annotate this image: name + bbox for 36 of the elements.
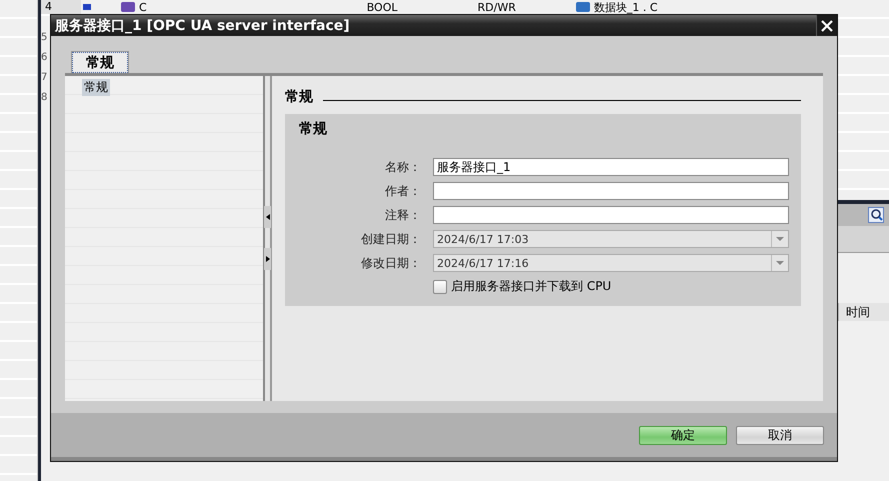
input-field[interactable]: [433, 206, 789, 224]
row-number: 6: [41, 52, 48, 65]
dropdown-arrow-icon: [776, 237, 784, 241]
expand-right-button[interactable]: [264, 248, 271, 270]
ok-button[interactable]: 确定: [639, 426, 727, 444]
group-title: 常规: [299, 120, 328, 138]
tree-item[interactable]: 常规: [82, 79, 110, 96]
search-icon[interactable]: [868, 207, 884, 223]
dropdown-arrow-icon: [776, 261, 784, 265]
row-number: 7: [41, 72, 48, 85]
access-mode: RD/WR: [478, 0, 516, 14]
close-button[interactable]: [816, 15, 837, 36]
cancel-button[interactable]: 取消: [736, 426, 824, 444]
tag-source: 数据块_1 . C: [594, 0, 658, 14]
field-label: 注释：: [384, 206, 421, 224]
input-field[interactable]: 服务器接口_1: [433, 158, 789, 176]
row-number: 4: [41, 0, 81, 14]
close-icon[interactable]: [821, 20, 833, 32]
field-label: 创建日期：: [360, 230, 421, 248]
input-field[interactable]: [433, 182, 789, 200]
field-label: 作者：: [384, 182, 421, 200]
column-header: 时间: [838, 303, 889, 321]
checkbox[interactable]: [433, 280, 447, 294]
row-number: 5: [41, 32, 48, 45]
tab[interactable]: 常规: [71, 51, 129, 74]
field-label: 名称：: [384, 158, 421, 176]
triangle-right-icon[interactable]: [266, 256, 270, 262]
collapse-left-button[interactable]: [264, 206, 271, 228]
tag-name: C: [139, 0, 147, 14]
field-label: 修改日期：: [360, 254, 421, 272]
section-title: 常规: [285, 88, 313, 106]
data-type: BOOL: [366, 0, 398, 14]
checkbox-label: 启用服务器接口并下载到 CPU: [451, 278, 612, 295]
triangle-left-icon[interactable]: [266, 214, 270, 220]
row-number: 8: [41, 92, 48, 105]
window-title: 服务器接口_1 [OPC UA server interface]: [55, 16, 350, 34]
